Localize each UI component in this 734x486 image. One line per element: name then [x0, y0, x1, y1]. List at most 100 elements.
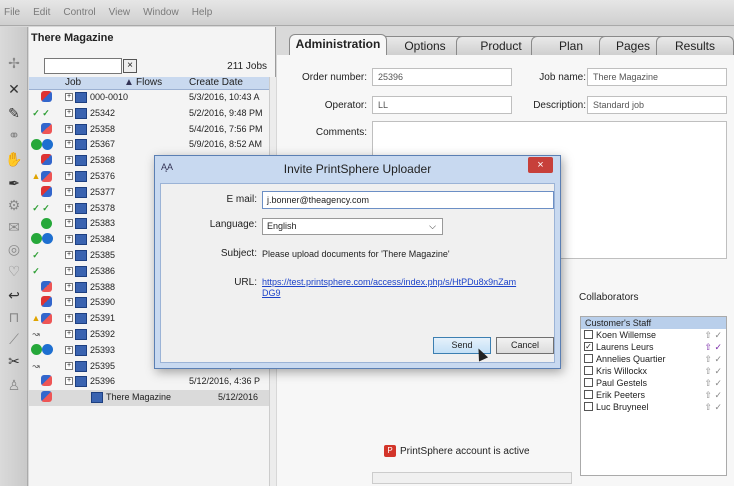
- description-field[interactable]: Standard job: [587, 96, 727, 114]
- column-create-date[interactable]: Create Date: [189, 77, 243, 88]
- staff-checkbox[interactable]: [584, 354, 593, 363]
- status-icon: [31, 91, 63, 104]
- expand-icon[interactable]: +: [65, 282, 73, 291]
- job-table-header: Job ▲ Flows Create Date: [29, 77, 269, 90]
- expand-icon[interactable]: +: [65, 219, 73, 228]
- job-folder-icon: [75, 360, 87, 372]
- email-field[interactable]: j.bonner@theagency.com: [262, 191, 554, 209]
- expand-icon[interactable]: +: [65, 171, 73, 180]
- expand-icon[interactable]: +: [65, 156, 73, 165]
- create-date: 5/12/2016, 4:36 P: [189, 376, 261, 387]
- staff-checkbox[interactable]: [584, 402, 593, 411]
- mail-icon[interactable]: ✉: [4, 217, 24, 237]
- pen-icon[interactable]: ✒: [4, 173, 24, 193]
- job-id: 25385: [90, 249, 116, 260]
- tab-results[interactable]: Results: [656, 36, 734, 55]
- expand-icon[interactable]: +: [65, 250, 73, 259]
- staff-checkbox[interactable]: [584, 330, 593, 339]
- language-select[interactable]: English ⌵: [262, 218, 443, 235]
- description-label: Description:: [533, 100, 586, 111]
- expand-icon[interactable]: +: [65, 266, 73, 275]
- link-icon[interactable]: ⚭: [4, 125, 24, 145]
- status-icon: ✓ ✓: [32, 107, 50, 118]
- permission-icon[interactable]: ⇧ ✓: [704, 329, 722, 341]
- globe-icon[interactable]: ◎: [4, 239, 24, 259]
- hand-icon[interactable]: ✋: [4, 149, 24, 169]
- expand-icon[interactable]: +: [65, 298, 73, 307]
- table-row[interactable]: ✓ ✓ +25342 5/2/2016, 9:48 PM: [29, 106, 269, 122]
- dialog-close-button[interactable]: ×: [528, 157, 553, 173]
- customer-staff-header[interactable]: Customer's Staff: [581, 317, 726, 329]
- expand-icon[interactable]: +: [65, 314, 73, 323]
- permission-icon[interactable]: ⇧ ✓: [704, 389, 722, 401]
- table-row-selected[interactable]: There Magazine 5/12/2016: [29, 390, 269, 406]
- cancel-button[interactable]: Cancel: [496, 337, 554, 354]
- clear-search-button[interactable]: ×: [123, 59, 137, 73]
- expand-icon[interactable]: +: [65, 108, 73, 117]
- return-icon[interactable]: ↩: [4, 285, 24, 305]
- expand-icon[interactable]: +: [65, 93, 73, 101]
- status-icon: ↝: [32, 360, 40, 371]
- table-row[interactable]: +25396 5/12/2016, 4:36 P: [29, 374, 269, 390]
- table-row[interactable]: +25367 5/9/2016, 8:52 AM: [29, 137, 269, 153]
- horizontal-scrollbar[interactable]: [372, 472, 572, 484]
- expand-icon[interactable]: +: [65, 345, 73, 354]
- tab-administration[interactable]: Administration: [289, 34, 387, 55]
- figure-icon[interactable]: ♙: [4, 375, 24, 395]
- staff-name: Paul Gestels: [596, 378, 648, 388]
- job-id: 25376: [90, 170, 116, 181]
- staff-row: Kris Willockx ⇧ ✓: [581, 365, 726, 377]
- expand-icon[interactable]: +: [65, 361, 73, 370]
- order-number-field[interactable]: 25396: [372, 68, 512, 86]
- cross-tools-icon[interactable]: ✂: [4, 351, 24, 371]
- job-id: 25396: [90, 376, 116, 387]
- job-name-field[interactable]: There Magazine: [587, 68, 727, 86]
- staff-name: Annelies Quartier: [596, 354, 666, 364]
- upload-url-link[interactable]: https://test.printsphere.com/access/inde…: [262, 277, 522, 299]
- expand-icon[interactable]: +: [65, 329, 73, 338]
- menu-edit[interactable]: Edit: [33, 7, 50, 18]
- operator-field[interactable]: LL: [372, 96, 512, 114]
- status-icon: [31, 233, 63, 246]
- permission-icon[interactable]: ⇧ ✓: [704, 401, 722, 413]
- staff-checkbox[interactable]: ✓: [584, 342, 593, 351]
- menu-window[interactable]: Window: [143, 7, 179, 18]
- brush-icon[interactable]: ⟋: [4, 329, 24, 349]
- tools-icon[interactable]: ✎: [4, 103, 24, 123]
- expand-icon[interactable]: +: [65, 377, 73, 386]
- permission-icon[interactable]: ⇧ ✓: [704, 377, 722, 389]
- status-icon: ▲: [31, 170, 63, 183]
- language-value: English: [267, 221, 297, 231]
- tray-icon[interactable]: ⊓: [4, 307, 24, 327]
- permission-icon[interactable]: ⇧ ✓: [704, 365, 722, 377]
- pin-icon[interactable]: ✢: [4, 53, 24, 73]
- expand-icon[interactable]: +: [65, 140, 73, 149]
- status-icon: ✓: [32, 249, 40, 260]
- menu-view[interactable]: View: [109, 7, 131, 18]
- create-date: 5/3/2016, 10:43 A: [189, 92, 260, 102]
- expand-icon[interactable]: +: [65, 187, 73, 196]
- expand-icon[interactable]: +: [65, 235, 73, 244]
- expand-icon[interactable]: +: [65, 124, 73, 133]
- permission-icon[interactable]: ⇧ ✓: [704, 353, 722, 365]
- status-icon: [31, 375, 63, 388]
- table-row[interactable]: +25358 5/4/2016, 7:56 PM: [29, 122, 269, 138]
- column-job[interactable]: Job: [65, 77, 81, 88]
- printsphere-status: P PrintSphere account is active: [384, 445, 530, 457]
- expand-icon[interactable]: +: [65, 203, 73, 212]
- staff-checkbox[interactable]: [584, 366, 593, 375]
- table-row[interactable]: +000-0010 5/3/2016, 10:43 A: [29, 90, 269, 106]
- close-icon[interactable]: ✕: [4, 79, 24, 99]
- heart-icon[interactable]: ♡: [4, 261, 24, 281]
- gear-icon[interactable]: ⚙: [4, 195, 24, 215]
- menu-control[interactable]: Control: [63, 7, 95, 18]
- staff-row: Luc Bruyneel ⇧ ✓: [581, 401, 726, 413]
- staff-checkbox[interactable]: [584, 390, 593, 399]
- permission-icon[interactable]: ⇧ ✓: [704, 341, 722, 353]
- job-folder-icon: [75, 186, 87, 198]
- menu-help[interactable]: Help: [192, 7, 213, 18]
- column-flows[interactable]: Flows: [136, 77, 162, 88]
- staff-checkbox[interactable]: [584, 378, 593, 387]
- menu-file[interactable]: File: [4, 7, 20, 18]
- search-input[interactable]: [44, 58, 122, 74]
